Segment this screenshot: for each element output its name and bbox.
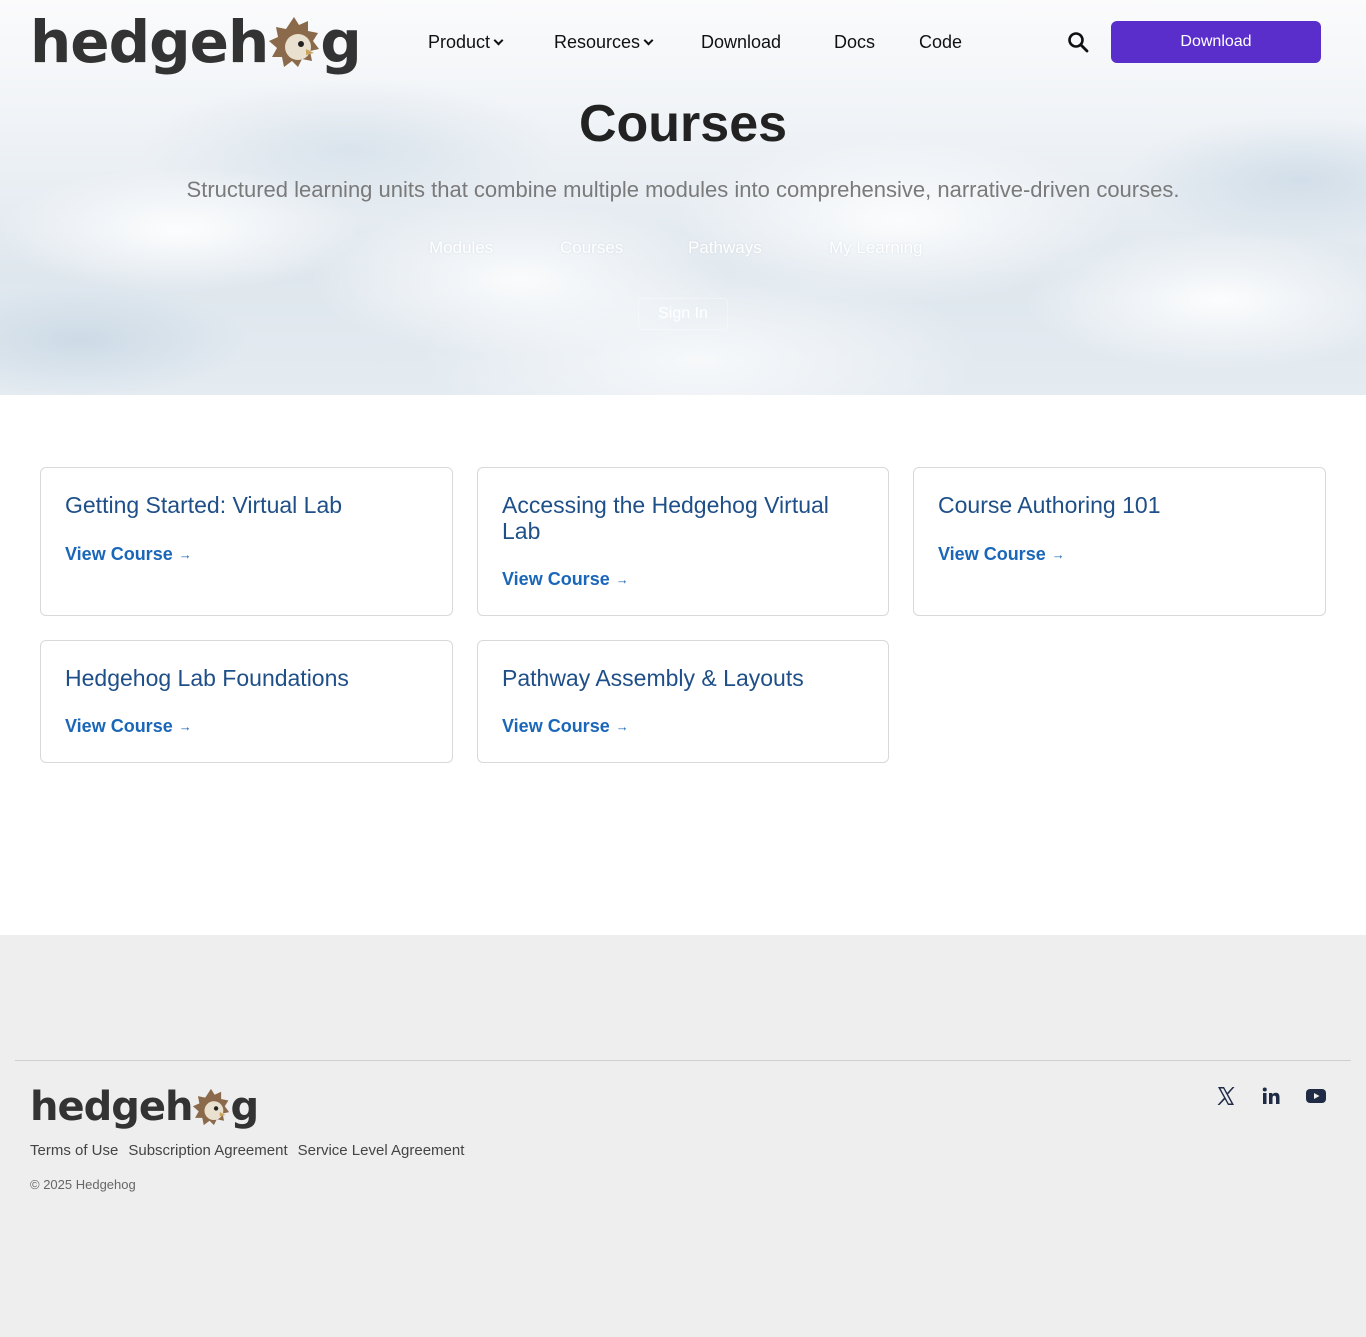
course-card: Course Authoring 101 View Course → [913, 467, 1326, 616]
tab-courses[interactable]: Courses [560, 238, 623, 260]
page-title: Courses [578, 95, 788, 153]
nav-item-label: Resources [554, 31, 641, 52]
view-course-label: View Course [65, 544, 173, 564]
chevron-down-icon [493, 35, 504, 45]
copyright: © 2025 Hedgehog [30, 1177, 136, 1192]
nav-item-label: Product [428, 31, 491, 52]
service-level-agreement-link[interactable]: Service Level Agreement [298, 1142, 465, 1159]
arrow-right-icon: → [1051, 547, 1065, 562]
nav-item-label: Docs [834, 31, 876, 52]
arrow-right-icon: → [178, 547, 192, 562]
subscription-agreement-link[interactable]: Subscription Agreement [128, 1142, 287, 1159]
view-course-link[interactable]: View Course → [502, 716, 629, 737]
course-card: Accessing the Hedgehog Virtual Lab View … [477, 467, 889, 616]
course-title: Hedgehog Lab Foundations [65, 665, 349, 691]
nav-item-docs[interactable]: Docs [834, 28, 875, 56]
arrow-right-icon: → [615, 719, 629, 734]
view-course-link[interactable]: View Course → [65, 716, 192, 737]
page-subtitle: Structured learning units that combine m… [186, 177, 1180, 202]
sign-in-button[interactable]: Sign In [638, 298, 728, 330]
hedgehog-logo-icon [269, 17, 320, 67]
nav-item-product[interactable]: Product [428, 28, 504, 56]
chevron-down-icon [643, 35, 654, 45]
course-title: Getting Started: Virtual Lab [65, 492, 343, 518]
view-course-link[interactable]: View Course → [938, 544, 1065, 565]
nav-item-resources[interactable]: Resources [554, 28, 654, 56]
footer-links: Terms of Use Subscription Agreement Serv… [30, 1142, 464, 1159]
tab-modules[interactable]: Modules [429, 238, 493, 260]
x-icon[interactable] [1214, 1084, 1238, 1108]
tab-pathways[interactable]: Pathways [688, 238, 762, 260]
logo-text-start: hedgeh [30, 8, 269, 76]
course-card: Pathway Assembly & Layouts View Course → [477, 640, 889, 763]
course-card: Getting Started: Virtual Lab View Course… [40, 467, 453, 616]
course-title: Course Authoring 101 [938, 492, 1161, 518]
arrow-right-icon: → [615, 572, 629, 587]
view-course-label: View Course [502, 716, 610, 736]
hedgehog-logo-icon [193, 1088, 230, 1126]
youtube-icon[interactable] [1304, 1084, 1328, 1108]
logo-text-end: g [230, 1084, 259, 1130]
brand-logo[interactable]: hedgeh g [30, 8, 362, 76]
view-course-label: View Course [938, 544, 1046, 564]
arrow-right-icon: → [178, 719, 192, 734]
tab-my-learning[interactable]: My Learning [829, 238, 923, 260]
nav-item-label: Code [919, 31, 963, 52]
course-title: Pathway Assembly & Layouts [502, 665, 804, 691]
linkedin-icon[interactable] [1259, 1084, 1283, 1108]
view-course-link[interactable]: View Course → [65, 544, 192, 565]
footer-divider [15, 1060, 1351, 1061]
nav-item-download[interactable]: Download [701, 28, 781, 56]
course-title: Accessing the Hedgehog Virtual Lab [502, 492, 829, 544]
view-course-label: View Course [502, 569, 610, 589]
nav-item-label: Download [701, 31, 782, 52]
logo-text-end: g [320, 8, 362, 76]
view-course-label: View Course [65, 716, 173, 736]
terms-of-use-link[interactable]: Terms of Use [30, 1142, 118, 1159]
view-course-link[interactable]: View Course → [502, 569, 629, 590]
nav-item-code[interactable]: Code [919, 28, 962, 56]
search-icon[interactable] [1066, 30, 1090, 54]
course-card: Hedgehog Lab Foundations View Course → [40, 640, 453, 763]
logo-text-start: hedgeh [30, 1084, 193, 1130]
footer-brand-logo[interactable]: hedgeh g [30, 1082, 259, 1132]
download-button[interactable]: Download [1111, 21, 1321, 63]
